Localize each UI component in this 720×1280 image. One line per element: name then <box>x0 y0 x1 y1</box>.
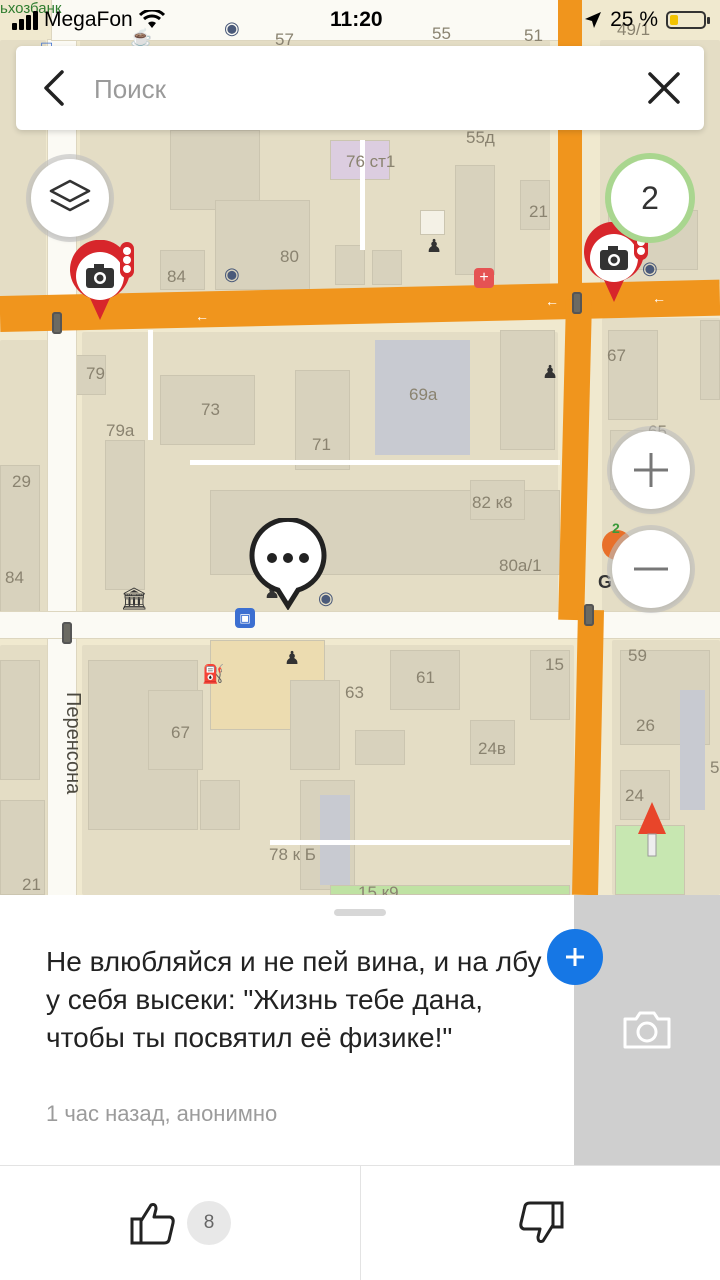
camera-icon <box>623 1011 671 1049</box>
cluster-marker[interactable]: 2 <box>611 159 689 237</box>
plus-icon <box>566 948 584 966</box>
user-location-arrow-icon <box>636 800 668 860</box>
plus-icon <box>634 453 668 487</box>
like-count: 8 <box>187 1201 231 1245</box>
house-label: 21 <box>529 202 548 221</box>
house-label: 79 <box>86 364 105 383</box>
battery-icon <box>666 11 710 29</box>
thumbs-up-icon <box>130 1203 175 1245</box>
wifi-icon <box>138 10 165 28</box>
monument-icon[interactable]: ♟ <box>284 648 300 669</box>
pharmacy-icon[interactable]: + <box>474 268 494 288</box>
status-bar: ьхозбанк MegaFon 11:20 25 % <box>0 0 720 40</box>
house-label: 82 к8 <box>472 493 513 512</box>
house-label: 78 к Б <box>269 845 316 864</box>
house-label: 79а <box>106 421 135 440</box>
back-arrow-icon[interactable] <box>34 66 78 110</box>
house-label: 26 <box>636 716 655 735</box>
add-photo-area[interactable] <box>574 895 720 1165</box>
house-label: 84 <box>5 568 24 587</box>
house-label: 55д <box>466 128 495 147</box>
house-label: 15 <box>545 655 564 674</box>
house-label: 21 <box>22 875 41 894</box>
house-label: 63 <box>345 683 364 702</box>
house-label: 71 <box>312 435 331 454</box>
carrier-name: MegaFon <box>44 8 133 31</box>
like-button[interactable]: 8 <box>0 1166 360 1280</box>
battery-percent: 25 % <box>610 8 658 31</box>
drag-handle[interactable] <box>334 909 386 916</box>
monument-icon[interactable]: ♟ <box>426 236 442 257</box>
status-time: 11:20 <box>330 8 383 31</box>
house-label: 5 <box>710 758 720 777</box>
thumbs-down-icon <box>518 1201 563 1243</box>
house-label: 29 <box>12 472 31 491</box>
traffic-camera-marker[interactable] <box>66 239 136 322</box>
location-arrow-icon <box>585 12 602 28</box>
minus-icon <box>634 567 668 571</box>
house-label: 76 ст1 <box>346 152 396 171</box>
zoom-in-button[interactable] <box>612 431 690 509</box>
poi-badge: 2 <box>612 520 620 536</box>
house-label: 73 <box>201 400 220 419</box>
close-icon[interactable] <box>642 66 686 110</box>
house-label: 61 <box>416 668 435 687</box>
add-button[interactable] <box>547 929 603 985</box>
talk-marker[interactable] <box>248 516 328 611</box>
house-label: 67 <box>607 346 626 365</box>
bus-stop-icon[interactable]: ▣ <box>235 608 255 628</box>
house-label: 80 <box>280 247 299 266</box>
post-meta: 1 час назад, анонимно <box>46 1101 278 1126</box>
museum-icon[interactable]: 🏛 <box>120 586 148 612</box>
house-label: 84 <box>167 267 186 286</box>
search-input[interactable] <box>92 68 596 110</box>
layers-button[interactable] <box>31 159 109 237</box>
house-label: 24в <box>478 739 506 758</box>
house-label: 59 <box>628 646 647 665</box>
layers-icon <box>49 179 91 212</box>
post-panel: Не влюбляйся и не пей вина, и на лбу у с… <box>0 895 720 1280</box>
dislike-button[interactable] <box>361 1166 720 1280</box>
globe-icon[interactable]: ◉ <box>224 264 240 285</box>
post-text: Не влюбляйся и не пей вина, и на лбу у с… <box>46 946 542 1053</box>
house-label: 69а <box>409 385 438 404</box>
street-label: Перенсона <box>62 692 84 795</box>
poi-label: G <box>598 572 613 592</box>
search-bar <box>16 46 704 130</box>
gas-station-icon[interactable]: ⛽ <box>202 664 224 685</box>
house-label: 80а/1 <box>499 556 542 575</box>
zoom-out-button[interactable] <box>612 530 690 608</box>
house-label: 67 <box>171 723 190 742</box>
house-label: 15 к9 <box>358 883 399 895</box>
signal-icon <box>12 10 38 30</box>
map-view[interactable]: ← ← ← 57 55 51 49/1 55д 76 ст1 21 80 84 … <box>0 0 720 895</box>
monument-icon[interactable]: ♟ <box>542 362 558 383</box>
